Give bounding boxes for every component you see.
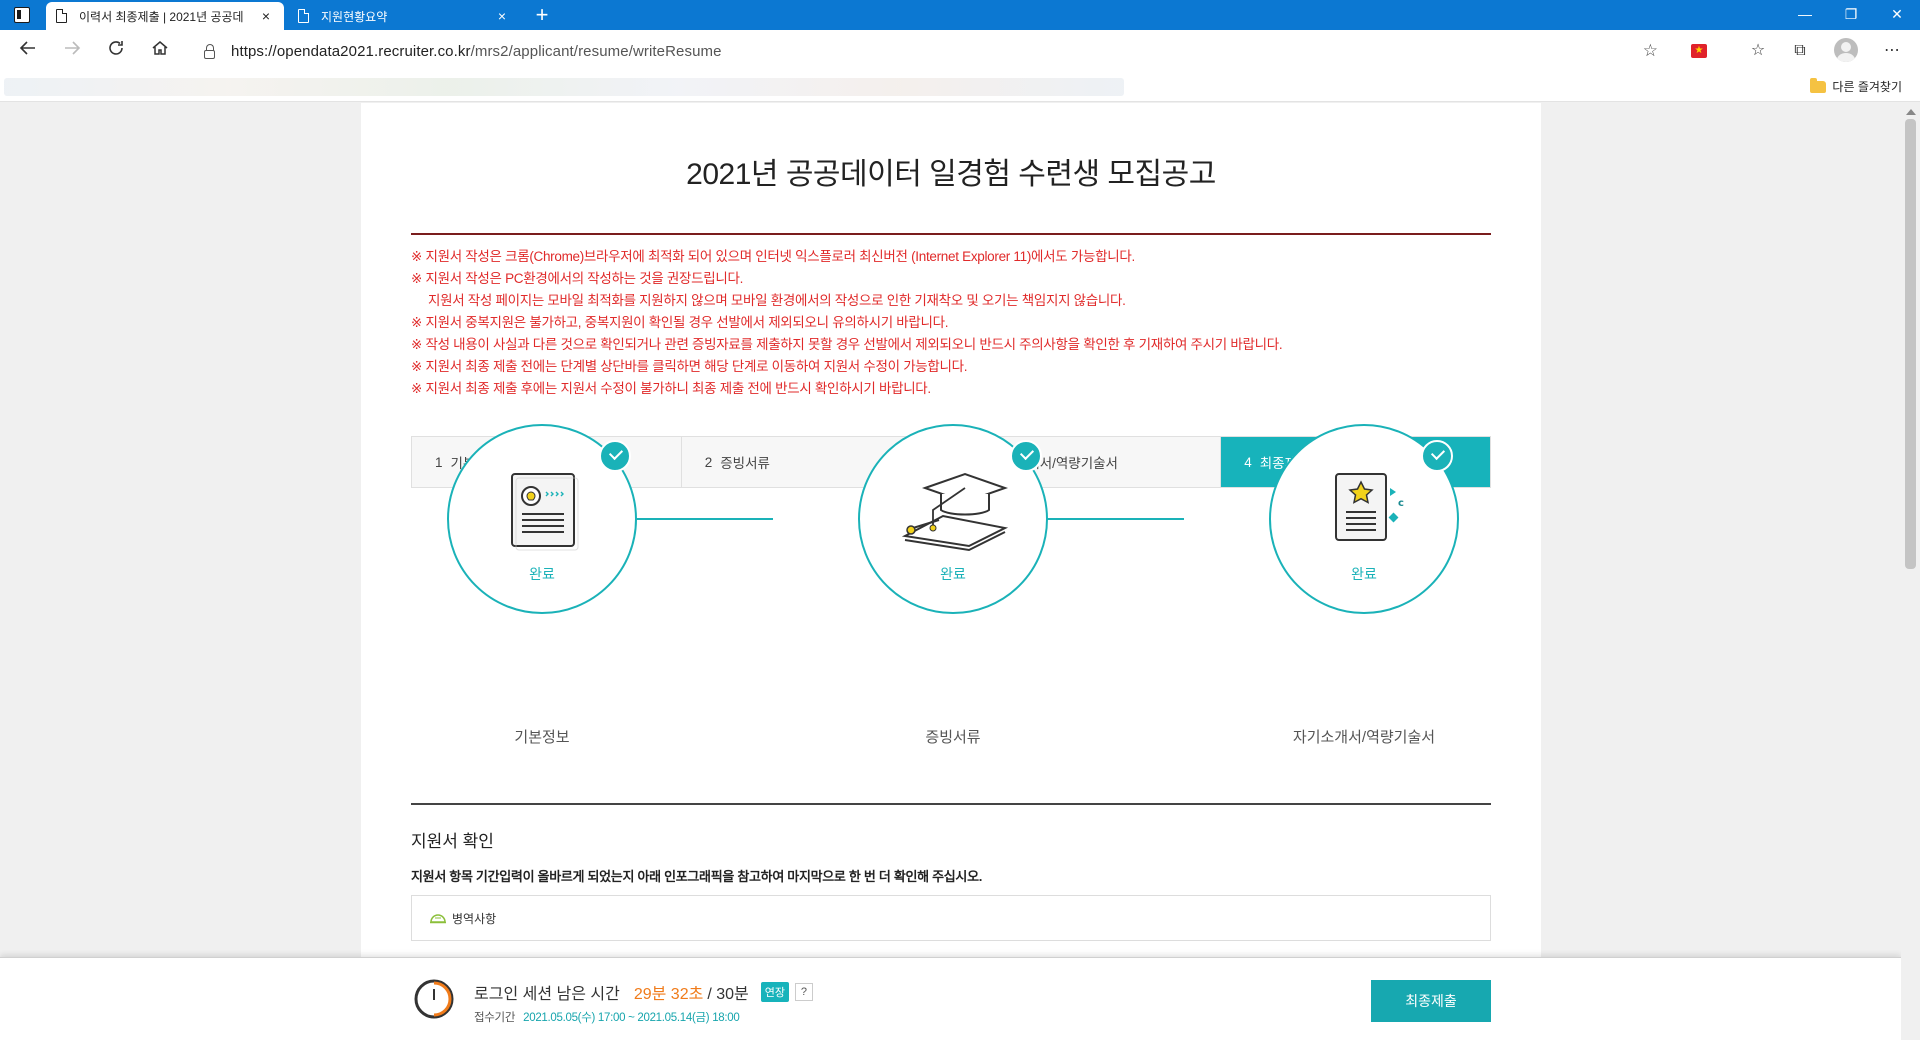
helmet-icon (430, 914, 446, 924)
period-dates: 2021.05.05(수) 17:00 ~ 2021.05.14(금) 18:0… (523, 1012, 740, 1024)
timer-icon (414, 979, 454, 1019)
session-label: 로그인 세션 남은 시간 (474, 986, 620, 1003)
session-total: / 30분 (707, 986, 749, 1003)
notice-list: ※ 지원서 작성은 크롬(Chrome)브라우저에 최적화 되어 있으며 인터넷… (411, 246, 1491, 400)
profile-avatar[interactable] (1834, 38, 1858, 62)
url-text[interactable]: https://opendata2021.recruiter.co.kr/mrs… (231, 43, 722, 60)
military-label: 병역사항 (452, 911, 497, 926)
home-icon (152, 41, 168, 55)
page-title: 2021년 공공데이터 일경험 수련생 모집공고 (686, 158, 1216, 191)
minimize-button[interactable]: — (1782, 0, 1828, 30)
other-favorites-label: 다른 즐겨찾기 (1832, 80, 1902, 94)
status-text: 완료 (940, 566, 966, 582)
step-label: 증빙서류 (720, 456, 770, 471)
favorites-icon[interactable]: ☆ (1744, 38, 1772, 64)
status-text: 완료 (529, 566, 555, 582)
refresh-button[interactable] (102, 38, 130, 64)
progress-label: 증빙서류 (925, 729, 981, 746)
tab-application-summary[interactable]: 지원현황요약 × (288, 2, 520, 30)
award-document-icon: c (1335, 473, 1404, 541)
close-tab-icon[interactable]: × (258, 8, 274, 24)
page-icon (298, 9, 309, 23)
new-tab-button[interactable]: + (530, 3, 554, 27)
arrow-left-icon (19, 41, 35, 55)
tab-resume-submit[interactable]: 이력서 최종제출 | 2021년 공공데 × (46, 2, 284, 30)
session-remaining: 29분 32초 (633, 986, 704, 1003)
period-label: 접수기간 (474, 1012, 516, 1024)
folder-icon (1810, 77, 1827, 93)
step-number: 2 (704, 454, 713, 470)
add-favorite-icon[interactable]: ☆ (1643, 41, 1658, 61)
browser-titlebar: 이력서 최종제출 | 2021년 공공데 × 지원현황요약 × + — ❐ ✕ (0, 0, 1920, 30)
progress-basic-info: 완료 (447, 424, 637, 614)
favorites-bar: 다른 즐겨찾기 (0, 72, 1920, 102)
scroll-up-icon[interactable] (1906, 109, 1916, 115)
progress-label: 기본정보 (514, 729, 570, 746)
refresh-icon (109, 41, 123, 55)
forward-button[interactable] (58, 38, 86, 64)
collections-icon[interactable]: ⧉ (1786, 38, 1814, 64)
notice-item: ※ 지원서 작성은 PC환경에서의 작성하는 것을 권장드립니다. (411, 271, 744, 286)
notice-item: ※ 지원서 중복지원은 불가하고, 중복지원이 확인될 경우 선발에서 제외되오… (411, 315, 949, 330)
progress-label: 자기소개서/역량기술서 (1292, 729, 1436, 746)
graduation-cap-icon (901, 472, 1009, 552)
notice-item: ※ 지원서 최종 제출 전에는 단계별 상단바를 클릭하면 해당 단계로 이동하… (411, 359, 968, 374)
application-period: 접수기간 2021.05.05(수) 17:00 ~ 2021.05.14(금) … (474, 1009, 740, 1025)
lock-icon[interactable] (204, 43, 215, 59)
scroll-thumb[interactable] (1905, 119, 1916, 569)
extend-session-button[interactable]: 연장 (760, 982, 789, 1002)
page-icon (56, 9, 67, 23)
progress-self-introduction: c 완료 (1269, 424, 1459, 614)
military-service-box[interactable]: 병역사항 (411, 895, 1491, 941)
progress-documents: 완료 (858, 424, 1048, 614)
close-tab-icon[interactable]: × (494, 8, 510, 24)
step-number: 4 (1244, 454, 1252, 470)
final-submit-button[interactable]: 최종제출 (1371, 980, 1491, 1022)
browser-toolbar: https://opendata2021.recruiter.co.kr/mrs… (0, 30, 1920, 72)
step-number: 1 (435, 454, 443, 470)
tab-title: 지원현황요약 (321, 9, 388, 24)
notice-item: ※ 지원서 작성은 크롬(Chrome)브라우저에 최적화 되어 있으며 인터넷… (411, 249, 1135, 264)
home-button[interactable] (146, 38, 174, 64)
svg-text:c: c (1398, 498, 1404, 509)
title-divider (411, 233, 1491, 235)
back-button[interactable] (14, 38, 42, 64)
tab-title: 이력서 최종제출 | 2021년 공공데 (79, 9, 244, 24)
close-window-button[interactable]: ✕ (1874, 0, 1920, 30)
url-host: https://opendata2021.recruiter.co.kr (231, 42, 471, 60)
other-favorites-folder[interactable]: 다른 즐겨찾기 (1810, 77, 1902, 95)
page-scrollbar[interactable] (1901, 103, 1920, 1040)
page-viewport: 2021년 공공데이터 일경험 수련생 모집공고 ※ 지원서 작성은 크롬(Ch… (0, 103, 1901, 1040)
resume-card-icon (511, 473, 579, 551)
url-path: /mrs2/applicant/resume/writeResume (470, 42, 722, 60)
application-page: 2021년 공공데이터 일경험 수련생 모집공고 ※ 지원서 작성은 크롬(Ch… (361, 103, 1541, 1040)
session-timer: 로그인 세션 남은 시간 29분 32초 / 30분 연장 ? (474, 980, 813, 1004)
session-bar: 로그인 세션 남은 시간 29분 32초 / 30분 연장 ? 접수기간 2021… (0, 957, 1901, 1040)
extension-icon[interactable]: ★ (1691, 44, 1707, 58)
review-title: 지원서 확인 (411, 832, 494, 851)
status-text: 완료 (1351, 566, 1377, 582)
section-divider (411, 803, 1491, 805)
session-help-button[interactable]: ? (794, 983, 813, 1001)
restore-button[interactable]: ❐ (1828, 0, 1874, 30)
blurred-favorites (4, 78, 1124, 96)
notice-item: 지원서 작성 페이지는 모바일 최적화를 지원하지 않으며 모바일 환경에서의 … (428, 293, 1126, 308)
review-description: 지원서 항목 기간입력이 올바르게 되었는지 아래 인포그래픽을 참고하여 마지… (411, 869, 983, 884)
window-menu-icon[interactable] (14, 7, 30, 23)
more-menu-icon[interactable]: ⋯ (1878, 38, 1906, 64)
address-bar[interactable]: https://opendata2021.recruiter.co.kr/mrs… (188, 36, 1668, 66)
notice-item: ※ 지원서 최종 제출 후에는 지원서 수정이 불가하니 최종 제출 전에 반드… (411, 381, 931, 396)
arrow-right-icon (65, 41, 81, 55)
notice-item: ※ 작성 내용이 사실과 다른 것으로 확인되거나 관련 증빙자료를 제출하지 … (411, 337, 1283, 352)
